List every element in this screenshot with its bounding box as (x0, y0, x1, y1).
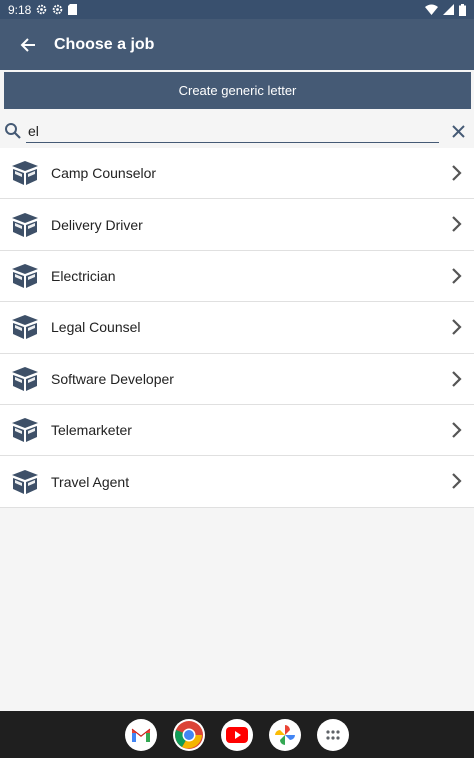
battery-icon (459, 3, 466, 16)
job-label: Camp Counselor (51, 165, 157, 182)
box-icon (11, 366, 39, 392)
job-label: Software Developer (51, 370, 174, 387)
job-item-software-developer[interactable]: Software Developer (0, 354, 474, 405)
chevron-right-icon (452, 473, 462, 490)
app-bar: Choose a job (0, 19, 474, 70)
box-icon (11, 160, 39, 186)
chrome-icon[interactable] (173, 718, 205, 751)
youtube-icon[interactable] (221, 718, 253, 751)
settings-icon (36, 4, 47, 15)
box-icon (11, 417, 39, 443)
back-button[interactable] (0, 19, 56, 70)
wifi-icon (425, 4, 438, 15)
box-icon (11, 469, 39, 495)
job-item-delivery-driver[interactable]: Delivery Driver (0, 199, 474, 251)
box-icon (11, 212, 39, 238)
box-icon (11, 263, 39, 289)
chevron-right-icon (452, 216, 462, 233)
box-icon (11, 314, 39, 340)
job-item-telemarketer[interactable]: Telemarketer (0, 405, 474, 457)
status-bar: 9:18 (0, 0, 474, 19)
job-item-travel-agent[interactable]: Travel Agent (0, 456, 474, 508)
chevron-right-icon (452, 165, 462, 181)
job-label: Legal Counsel (51, 319, 141, 336)
close-icon (451, 124, 465, 138)
job-label: Electrician (51, 267, 116, 284)
job-label: Travel Agent (51, 473, 130, 490)
job-label: Delivery Driver (51, 216, 143, 233)
search-icon (5, 123, 21, 139)
job-item-camp-counselor[interactable]: Camp Counselor (0, 148, 474, 200)
dock (0, 711, 474, 758)
photos-icon[interactable] (269, 718, 301, 751)
job-list: Camp Counselor Delivery Driver Electrici… (0, 148, 474, 508)
chevron-right-icon (452, 422, 462, 438)
job-label: Telemarketer (51, 422, 132, 439)
gmail-icon[interactable] (125, 718, 157, 751)
settings-icon-2 (52, 4, 63, 15)
search-input[interactable] (26, 119, 439, 143)
chevron-right-icon (452, 370, 462, 387)
page-title: Choose a job (54, 35, 155, 53)
chevron-right-icon (452, 319, 462, 335)
apps-icon[interactable] (317, 718, 349, 751)
arrow-back-icon (20, 37, 35, 52)
status-time: 9:18 (8, 2, 32, 17)
job-item-electrician[interactable]: Electrician (0, 251, 474, 303)
chevron-right-icon (452, 268, 462, 284)
signal-icon (443, 4, 454, 15)
create-generic-letter-button[interactable]: Create generic letter (4, 72, 471, 109)
job-item-legal-counsel[interactable]: Legal Counsel (0, 302, 474, 354)
search-bar (0, 113, 474, 148)
sd-card-icon (68, 4, 78, 15)
clear-search-button[interactable] (449, 122, 467, 140)
